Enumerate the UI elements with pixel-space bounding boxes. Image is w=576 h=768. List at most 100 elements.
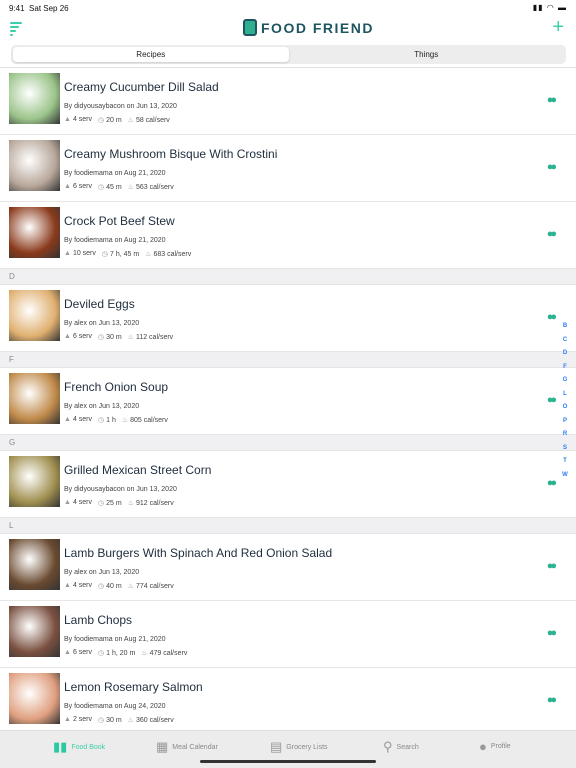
tab-food-book[interactable]: ▮▮ Food Book: [53, 739, 105, 755]
recipe-row[interactable]: Grilled Mexican Street Corn By didyousay…: [0, 451, 576, 518]
recipe-author: By foodiemama on Aug 24, 2020: [64, 703, 166, 710]
index-letter[interactable]: R: [560, 428, 570, 442]
recipe-row[interactable]: Lamb Burgers With Spinach And Red Onion …: [0, 534, 576, 601]
home-indicator: [200, 760, 376, 763]
time: 30 m: [106, 717, 122, 724]
filter-icon[interactable]: [10, 22, 22, 36]
index-letter[interactable]: O: [560, 401, 570, 415]
recipe-meta: ▲ 4 serv ◷ 1 h ♨ 805 cal/serv: [64, 416, 168, 424]
calories: 479 cal/serv: [149, 650, 188, 657]
servings: 10 serv: [72, 250, 96, 257]
tab-label: Profile: [490, 743, 511, 750]
timer-icon: ◷: [101, 251, 109, 258]
recipe-title: Lemon Rosemary Salmon: [64, 680, 203, 694]
person-icon: ●: [479, 739, 487, 754]
shared-people-icon[interactable]: ●●: [547, 560, 557, 572]
servings-icon: ▲: [64, 416, 71, 423]
index-letter[interactable]: G: [560, 374, 570, 388]
recipe-author: By foodiemama on Aug 21, 2020: [64, 170, 166, 177]
tab-search[interactable]: ⚲ Search: [383, 739, 419, 755]
segment-things[interactable]: Things: [289, 47, 565, 62]
servings-icon: ▲: [64, 582, 71, 589]
recipe-row[interactable]: Creamy Cucumber Dill Salad By didyousayb…: [0, 68, 576, 135]
clipboard-icon: ▤: [270, 739, 283, 754]
index-letter[interactable]: S: [560, 442, 570, 456]
section-header: D: [0, 269, 576, 285]
status-time: 9:41 Sat Sep 26: [9, 4, 69, 13]
shared-people-icon[interactable]: ●●: [547, 627, 557, 639]
tab-profile[interactable]: ● Profile: [479, 739, 511, 754]
servings: 2 serv: [72, 716, 92, 723]
status-bar: 9:41 Sat Sep 26 ▮▮ ◠ ▬: [0, 0, 576, 16]
index-letter[interactable]: T: [560, 455, 570, 469]
servings-icon: ▲: [64, 116, 71, 123]
time: 20 m: [106, 117, 122, 124]
calories: 683 cal/serv: [153, 251, 192, 258]
recipe-image: [9, 373, 60, 424]
servings-icon: ▲: [64, 716, 71, 723]
time: 45 m: [106, 184, 122, 191]
servings-icon: ▲: [64, 250, 71, 257]
servings: 4 serv: [72, 416, 92, 423]
servings: 6 serv: [72, 183, 92, 190]
time: 40 m: [106, 583, 122, 590]
shared-people-icon[interactable]: ●●: [547, 394, 557, 406]
shared-people-icon[interactable]: ●●: [547, 311, 557, 323]
shared-people-icon[interactable]: ●●: [547, 694, 557, 706]
recipe-row[interactable]: Lamb Chops By foodiemama on Aug 21, 2020…: [0, 601, 576, 668]
recipe-row[interactable]: Deviled Eggs By alex on Jun 13, 2020 ▲ 6 …: [0, 285, 576, 352]
time: 25 m: [106, 500, 122, 507]
calories: 563 cal/serv: [135, 184, 174, 191]
recipe-author: By alex on Jun 13, 2020: [64, 403, 140, 410]
recipe-meta: ▲ 2 serv ◷ 30 m ♨ 360 cal/serv: [64, 716, 174, 724]
shared-people-icon[interactable]: ●●: [547, 228, 557, 240]
index-letter[interactable]: L: [560, 388, 570, 402]
index-letter[interactable]: P: [560, 415, 570, 429]
segment-recipes[interactable]: Recipes: [13, 47, 289, 62]
servings-icon: ▲: [64, 333, 71, 340]
index-letter[interactable]: B: [560, 320, 570, 334]
recipe-title: Deviled Eggs: [64, 297, 135, 311]
tab-label: Food Book: [71, 743, 106, 751]
index-letter[interactable]: D: [560, 347, 570, 361]
timer-icon: ◷: [98, 334, 105, 341]
section-index[interactable]: BCDFGLOPRSTW: [560, 320, 570, 482]
calories: 58 cal/serv: [135, 117, 170, 124]
recipe-row[interactable]: Creamy Mushroom Bisque With Crostini By …: [0, 135, 576, 202]
index-letter[interactable]: W: [560, 469, 570, 483]
calories-icon: ♨: [127, 184, 134, 191]
index-letter[interactable]: C: [560, 334, 570, 348]
add-button[interactable]: +: [552, 17, 564, 37]
shared-people-icon[interactable]: ●●: [547, 161, 557, 173]
calories-icon: ♨: [141, 650, 148, 657]
recipe-author: By alex on Jun 13, 2020: [64, 569, 140, 576]
servings: 4 serv: [72, 116, 92, 123]
calendar-icon: ▦: [156, 739, 169, 754]
recipe-meta: ▲ 6 serv ◷ 1 h, 20 m ♨ 479 cal/serv: [64, 649, 187, 657]
status-icons: ▮▮ ◠ ▬: [532, 3, 567, 12]
recipe-title: Lamb Chops: [64, 613, 133, 627]
shared-people-icon[interactable]: ●●: [547, 94, 557, 106]
calories: 912 cal/serv: [135, 500, 174, 507]
recipe-title: Lamb Burgers With Spinach And Red Onion …: [64, 546, 333, 560]
recipe-row[interactable]: Crock Pot Beef Stew By foodiemama on Aug…: [0, 202, 576, 269]
tab-meal-calendar[interactable]: ▦ Meal Calendar: [156, 739, 218, 755]
tab-grocery-lists[interactable]: ▤ Grocery Lists: [270, 739, 328, 755]
calories-icon: ♨: [127, 717, 134, 724]
recipe-meta: ▲ 10 serv ◷ 7 h, 45 m ♨ 683 cal/serv: [64, 250, 191, 258]
recipe-meta: ▲ 6 serv ◷ 30 m ♨ 112 cal/serv: [64, 333, 173, 341]
app-logo: FOOD FRIEND: [243, 19, 374, 36]
recipe-row[interactable]: Lemon Rosemary Salmon By foodiemama on A…: [0, 668, 576, 735]
calories-icon: ♨: [127, 117, 134, 124]
index-letter[interactable]: F: [560, 361, 570, 375]
recipe-author: By didyousaybacon on Jun 13, 2020: [64, 103, 177, 110]
time: 1 h: [106, 417, 116, 424]
shared-people-icon[interactable]: ●●: [547, 477, 557, 489]
time: 30 m: [106, 334, 122, 341]
servings: 4 serv: [72, 499, 92, 506]
recipe-author: By alex on Jun 13, 2020: [64, 320, 140, 327]
recipe-row[interactable]: French Onion Soup By alex on Jun 13, 202…: [0, 368, 576, 435]
section-header: L: [0, 518, 576, 534]
time: 7 h, 45 m: [110, 251, 140, 258]
servings-icon: ▲: [64, 649, 71, 656]
